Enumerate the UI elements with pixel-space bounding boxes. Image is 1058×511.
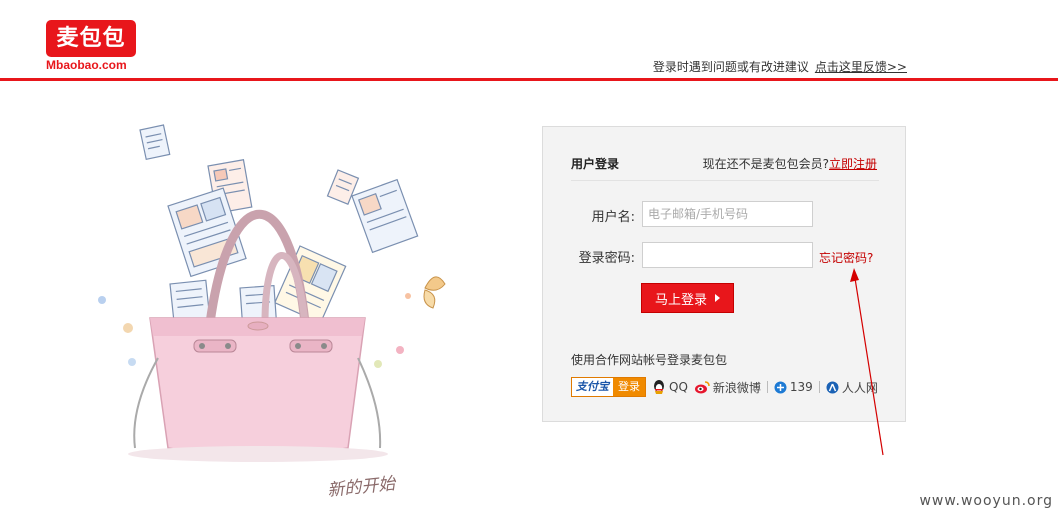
username-input[interactable] [642,201,813,227]
partner-139-label: 139 [789,380,813,394]
title-divider [571,180,879,181]
login-title: 用户登录 [571,157,620,171]
bag-body [149,317,366,457]
play-arrow-icon [715,294,720,302]
flying-page [139,124,171,161]
partner-login-title: 使用合作网站帐号登录麦包包 [571,353,728,367]
partner-qq[interactable]: QQ [652,379,688,395]
partner-weibo-label: 新浪微博 [712,380,761,395]
partner-139[interactable]: 139 [774,380,813,394]
logo[interactable]: 麦包包 [46,20,136,57]
illustration-caption: 新的开始 [326,474,398,501]
login-submit-button[interactable]: 马上登录 [641,283,734,313]
password-label: 登录密码: [578,251,635,266]
feedback-link[interactable]: 点击这里反馈>> [815,60,907,74]
watermark: www.wooyun.org [919,493,1053,509]
feedback-text: 登录时遇到问题或有改进建议 [652,60,809,74]
username-label: 用户名: [591,210,635,225]
register-link[interactable]: 立即注册 [829,157,877,171]
qq-penguin-icon [654,380,664,394]
logo-url: Mbaobao.com [46,58,127,72]
flying-page [351,178,419,254]
partner-separator [766,381,768,393]
alipay-login-label: 登录 [613,378,645,396]
header-divider [0,78,1058,81]
partner-weibo[interactable]: 新浪微博 [694,379,761,396]
partner-separator [818,381,820,393]
butterfly-icon [423,276,446,309]
register-prompt: 现在还不是麦包包会员?立即注册 [703,155,877,172]
feedback-bar: 登录时遇到问题或有改进建议 点击这里反馈>> [653,58,907,75]
partner-login-list: 支付宝 登录 QQ 新浪微博 139 人人网 [571,376,878,398]
password-input[interactable] [642,242,813,268]
alipay-logo: 支付宝 [572,378,613,396]
register-prompt-text: 现在还不是麦包包会员? [702,157,829,171]
login-submit-label: 马上登录 [654,292,707,308]
alipay-login-button[interactable]: 支付宝 登录 [571,377,646,397]
annotation-arrow-icon [850,268,884,456]
renren-icon [826,381,839,393]
partner-qq-label: QQ [669,380,688,394]
handbag-illustration: 新的开始 [98,124,446,501]
weibo-icon [694,381,710,394]
mobile-139-icon [774,381,787,393]
